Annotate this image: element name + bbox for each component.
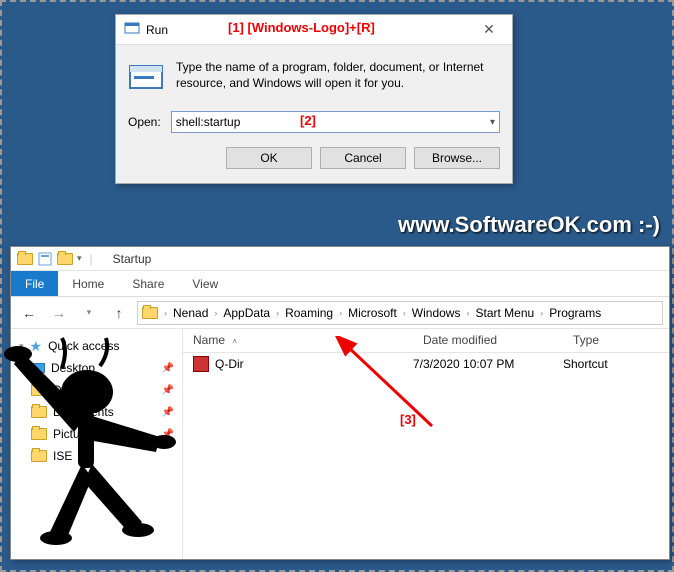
file-type: Shortcut: [563, 357, 669, 371]
nav-back-icon[interactable]: ←: [17, 301, 41, 325]
chevron-right-icon[interactable]: ›: [540, 308, 543, 318]
breadcrumb[interactable]: › Nenad › AppData › Roaming › Microsoft …: [137, 301, 663, 325]
crumb-1[interactable]: AppData: [219, 306, 274, 320]
pin-icon: 📌: [162, 363, 174, 374]
run-app-icon: [124, 20, 140, 39]
browse-button[interactable]: Browse...: [414, 147, 500, 169]
nav-label: Pictures: [53, 427, 96, 441]
folder-icon: [31, 450, 47, 462]
chevron-right-icon[interactable]: ›: [403, 308, 406, 318]
annotation-arrow: [332, 336, 452, 436]
file-name: Q-Dir: [215, 357, 244, 371]
nav-label: Downloads: [53, 383, 112, 397]
close-icon[interactable]: ✕: [474, 21, 504, 38]
chevron-down-icon[interactable]: ▾: [490, 117, 495, 128]
nav-item-desktop[interactable]: Desktop 📌: [11, 357, 182, 379]
ok-button[interactable]: OK: [226, 147, 312, 169]
run-dialog: Run ✕ Type the name of a program, folder…: [115, 14, 513, 184]
nav-item-documents[interactable]: Documents 📌: [11, 401, 182, 423]
annotation-1: [1] [Windows-Logo]+[R]: [228, 20, 375, 35]
ribbon-tabs: File Home Share View: [11, 271, 669, 297]
nav-recent-icon[interactable]: ▾: [77, 301, 101, 325]
chevron-right-icon[interactable]: ›: [276, 308, 279, 318]
pin-icon: 📌: [162, 407, 174, 418]
nav-quick-access[interactable]: ▾ ★ Quick access: [11, 335, 182, 357]
nav-up-icon[interactable]: ↑: [107, 301, 131, 325]
column-name-label: Name: [193, 333, 225, 347]
chevron-right-icon[interactable]: ›: [339, 308, 342, 318]
tab-share[interactable]: Share: [118, 271, 178, 296]
navigation-pane: ▾ ★ Quick access Desktop 📌 Downloads 📌 D…: [11, 329, 183, 559]
pictures-icon: [31, 428, 47, 440]
chevron-right-icon[interactable]: ›: [466, 308, 469, 318]
nav-forward-icon[interactable]: →: [47, 301, 71, 325]
nav-item-downloads[interactable]: Downloads 📌: [11, 379, 182, 401]
chevron-right-icon[interactable]: ›: [164, 308, 167, 318]
quick-access-icon: ★: [30, 338, 43, 355]
open-label: Open:: [128, 115, 161, 129]
chevron-down-icon[interactable]: ▾: [19, 341, 24, 352]
qat-dropdown-icon[interactable]: ▾: [77, 253, 82, 264]
crumb-5[interactable]: Start Menu: [471, 306, 538, 320]
address-bar: ← → ▾ ↑ › Nenad › AppData › Roaming › Mi…: [11, 297, 669, 329]
column-type[interactable]: Type: [563, 329, 669, 352]
pin-icon: 📌: [162, 385, 174, 396]
nav-label: Desktop: [51, 361, 95, 375]
breadcrumb-folder-icon: [142, 307, 158, 319]
nav-label: ISE: [53, 449, 72, 463]
run-program-icon: [128, 59, 164, 97]
nav-label: Documents: [53, 405, 114, 419]
downloads-icon: [31, 384, 47, 396]
documents-icon: [31, 406, 47, 418]
qat-newfolder-icon[interactable]: [57, 251, 73, 267]
run-description: Type the name of a program, folder, docu…: [176, 59, 500, 97]
tab-file[interactable]: File: [11, 271, 58, 296]
crumb-2[interactable]: Roaming: [281, 306, 337, 320]
crumb-0[interactable]: Nenad: [169, 306, 212, 320]
open-value: shell:startup: [176, 115, 490, 129]
shortcut-icon: [193, 356, 209, 372]
explorer-title: Startup: [113, 252, 152, 266]
annotation-2: [2]: [300, 113, 316, 128]
watermark-text: www.SoftwareOK.com :-): [398, 212, 660, 238]
quick-access-label: Quick access: [48, 339, 119, 353]
sort-ascending-icon: ˄: [232, 337, 237, 346]
nav-item-pictures[interactable]: Pictures 📌: [11, 423, 182, 445]
explorer-titlebar[interactable]: ▾ | Startup: [11, 247, 669, 271]
cancel-button[interactable]: Cancel: [320, 147, 406, 169]
nav-item-ise[interactable]: ISE: [11, 445, 182, 467]
folder-icon: [17, 251, 33, 267]
crumb-4[interactable]: Windows: [408, 306, 465, 320]
pin-icon: 📌: [162, 429, 174, 440]
open-combobox[interactable]: shell:startup ▾: [171, 111, 500, 133]
desktop-icon: [31, 363, 45, 373]
crumb-6[interactable]: Programs: [545, 306, 605, 320]
qat-properties-icon[interactable]: [37, 251, 53, 267]
tab-home[interactable]: Home: [58, 271, 118, 296]
tab-view[interactable]: View: [178, 271, 232, 296]
chevron-right-icon[interactable]: ›: [214, 308, 217, 318]
crumb-3[interactable]: Microsoft: [344, 306, 401, 320]
